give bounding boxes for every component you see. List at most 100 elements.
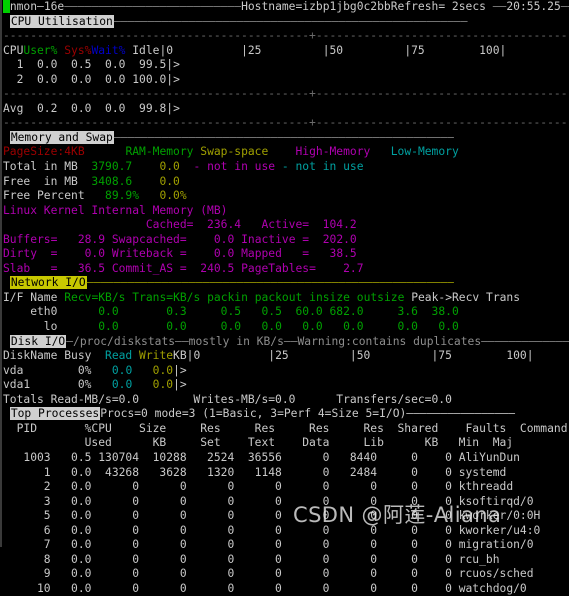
table-row-avg: Avg 0.2 0.0 0.0 99.8|> | xyxy=(3,102,569,117)
proc-res-data: 0 xyxy=(234,495,282,508)
cpu-dashed-rule-top: ----------------------------------------… xyxy=(3,29,569,44)
cpu-bar: |> | xyxy=(166,73,569,86)
proc-cpu: 0.5 xyxy=(51,451,92,464)
low-memory-header: Low-Memory xyxy=(391,145,459,158)
disk-note-c: Warning:contains duplicates—————————————… xyxy=(298,335,569,348)
memory-row-ram: 3408.6 xyxy=(78,175,132,188)
cpu-col-idle: Idle xyxy=(125,44,159,57)
disk-write: 0.0 xyxy=(132,364,173,377)
cpu-id: 2 xyxy=(3,73,23,86)
proc-faults-maj: 0 xyxy=(418,495,452,508)
proc-faults-min: 0 xyxy=(377,466,418,479)
proc-pid: 9 xyxy=(3,567,51,580)
net-packin: 0.5 xyxy=(187,305,241,318)
proc-shared: 0 xyxy=(329,553,377,566)
net-trans: 0.3 xyxy=(119,305,187,318)
net-recv: 0.0 xyxy=(57,320,118,333)
net-outsize: 682.0 xyxy=(323,305,364,318)
proc-command: rcu_bh xyxy=(452,553,500,566)
proc-res-set: 0 xyxy=(139,553,187,566)
title-rule-left: —————————————————————————— xyxy=(64,0,241,13)
cpu-col-cpu: CPU xyxy=(3,44,23,57)
section-header-disk: Disk I/O—/proc/diskstats——mostly in KB/s… xyxy=(3,335,569,350)
cpu-idle: 100.0 xyxy=(125,73,166,86)
proc-res-data: 1148 xyxy=(234,466,282,479)
section-label-top-processes[interactable]: Top Processes xyxy=(10,407,100,420)
net-peak-recv: 3.6 xyxy=(364,305,418,318)
kernel-c2-label: Swapcached= xyxy=(112,233,187,246)
net-peak-trans: 38.0 xyxy=(418,305,459,318)
proc-faults-maj: 0 xyxy=(418,480,452,493)
cpu-rule-text: ----------------------------------------… xyxy=(3,87,569,100)
kernel-c3-value: 38.5 xyxy=(309,247,357,260)
kernel-c1-value: 36.5 xyxy=(57,262,105,275)
proc-res-set: 3628 xyxy=(139,466,187,479)
kernel-c3-label: Active= xyxy=(261,218,309,231)
proc-res-set: 0 xyxy=(139,524,187,537)
proc-size: 0 xyxy=(91,538,139,551)
proc-command: watchdog/0 xyxy=(452,582,527,595)
net-peak-recv: 0.0 xyxy=(364,320,418,333)
proc-res-lib: 0 xyxy=(282,495,330,508)
network-table-header: I/F Name Recv=KB/s Trans=KB/s packin pac… xyxy=(3,291,569,306)
proc-faults-min: 0 xyxy=(377,582,418,595)
memory-row-label: Free in MB xyxy=(3,175,78,188)
disk-read: 0.0 xyxy=(91,378,132,391)
proc-res-data: 0 xyxy=(234,567,282,580)
proc-size: 0 xyxy=(91,480,139,493)
table-row: 1 0.0 0.5 0.0 99.5|> | xyxy=(3,58,569,73)
kernel-c3-label: Mapped = xyxy=(241,247,309,260)
proc-res-text: 0 xyxy=(187,480,235,493)
cpu-rule-text: ----------------------------------------… xyxy=(3,116,569,129)
table-row: vda1 0% 0.0 0.0|> | xyxy=(3,378,569,393)
proc-res-lib: 0 xyxy=(282,480,330,493)
section-label-network[interactable]: Network I/O xyxy=(10,276,87,289)
disk-table-header: DiskName Busy Read WriteKB|0 |25 |50 |75… xyxy=(3,349,569,364)
cpu-sys: 0.5 xyxy=(57,58,91,71)
table-row: 8 0.0 0 0 0 0 0 0 0 0 rcu_bh xyxy=(3,553,569,568)
proc-res-data: 0 xyxy=(234,509,282,522)
cpu-avg-bar: |> | xyxy=(166,102,569,115)
proc-cpu: 0.0 xyxy=(51,582,92,595)
proc-faults-maj: 0 xyxy=(418,451,452,464)
kernel-memory-title: Linux Kernel Internal Memory (MB) xyxy=(3,204,569,219)
proc-pid: 1 xyxy=(3,466,51,479)
high-memory-header: High-Memory xyxy=(296,145,371,158)
proc-res-lib: 0 xyxy=(282,582,330,595)
proc-faults-min: 0 xyxy=(377,451,418,464)
proc-cpu: 0.0 xyxy=(51,466,92,479)
proc-res-data: 36556 xyxy=(234,451,282,464)
proc-size: 0 xyxy=(91,553,139,566)
kernel-c3-value: 104.2 xyxy=(309,218,357,231)
cpu-user: 0.0 xyxy=(23,58,57,71)
kernel-c3-label: PageTables= xyxy=(241,262,316,275)
cpu-scale: |0 |25 |50 |75 100| xyxy=(159,44,506,57)
proc-cpu: 0.0 xyxy=(51,495,92,508)
section-label-cpu[interactable]: CPU Utilisation xyxy=(10,15,114,28)
top-processes-header-2: Used KB Set Text Data Lib KB Min Maj xyxy=(3,436,569,451)
cpu-col-user: User% xyxy=(23,44,57,57)
section-label-disk[interactable]: Disk I/O xyxy=(10,335,66,348)
proc-command: ksoftirqd/0 xyxy=(452,495,534,508)
top-processes-header-2-text: Used KB Set Text Data Lib KB Min Maj xyxy=(3,436,513,449)
net-col-outsize: outsize xyxy=(357,291,405,304)
proc-cpu: 0.0 xyxy=(51,538,92,551)
cpu-section-rule: ————————————————————————————————————————… xyxy=(114,15,468,28)
proc-res-text: 2524 xyxy=(187,451,235,464)
proc-pid: 10 xyxy=(3,582,51,595)
disk-write: 0.0 xyxy=(132,378,173,391)
proc-shared: 8440 xyxy=(329,451,377,464)
table-row: 5 0.0 0 0 0 0 0 0 0 0 kworker/0:0H xyxy=(3,509,569,524)
proc-pid: 1003 xyxy=(3,451,51,464)
kernel-c2-value: 0.0 xyxy=(187,247,235,260)
table-row: 2 0.0 0.0 0.0 100.0|> | xyxy=(3,73,569,88)
table-row: Free in MB 3408.6 0.0 xyxy=(3,175,569,190)
kernel-c2-value: 0.0 xyxy=(187,233,235,246)
proc-pid: 2 xyxy=(3,480,51,493)
kernel-c1-label: Buffers= xyxy=(3,233,57,246)
section-label-memory[interactable]: Memory and Swap xyxy=(10,131,114,144)
proc-res-text: 0 xyxy=(187,524,235,537)
disk-bar: |> | xyxy=(173,364,569,377)
cpu-avg-label: Avg xyxy=(3,102,23,115)
net-col-peak: Peak->Recv xyxy=(411,291,479,304)
